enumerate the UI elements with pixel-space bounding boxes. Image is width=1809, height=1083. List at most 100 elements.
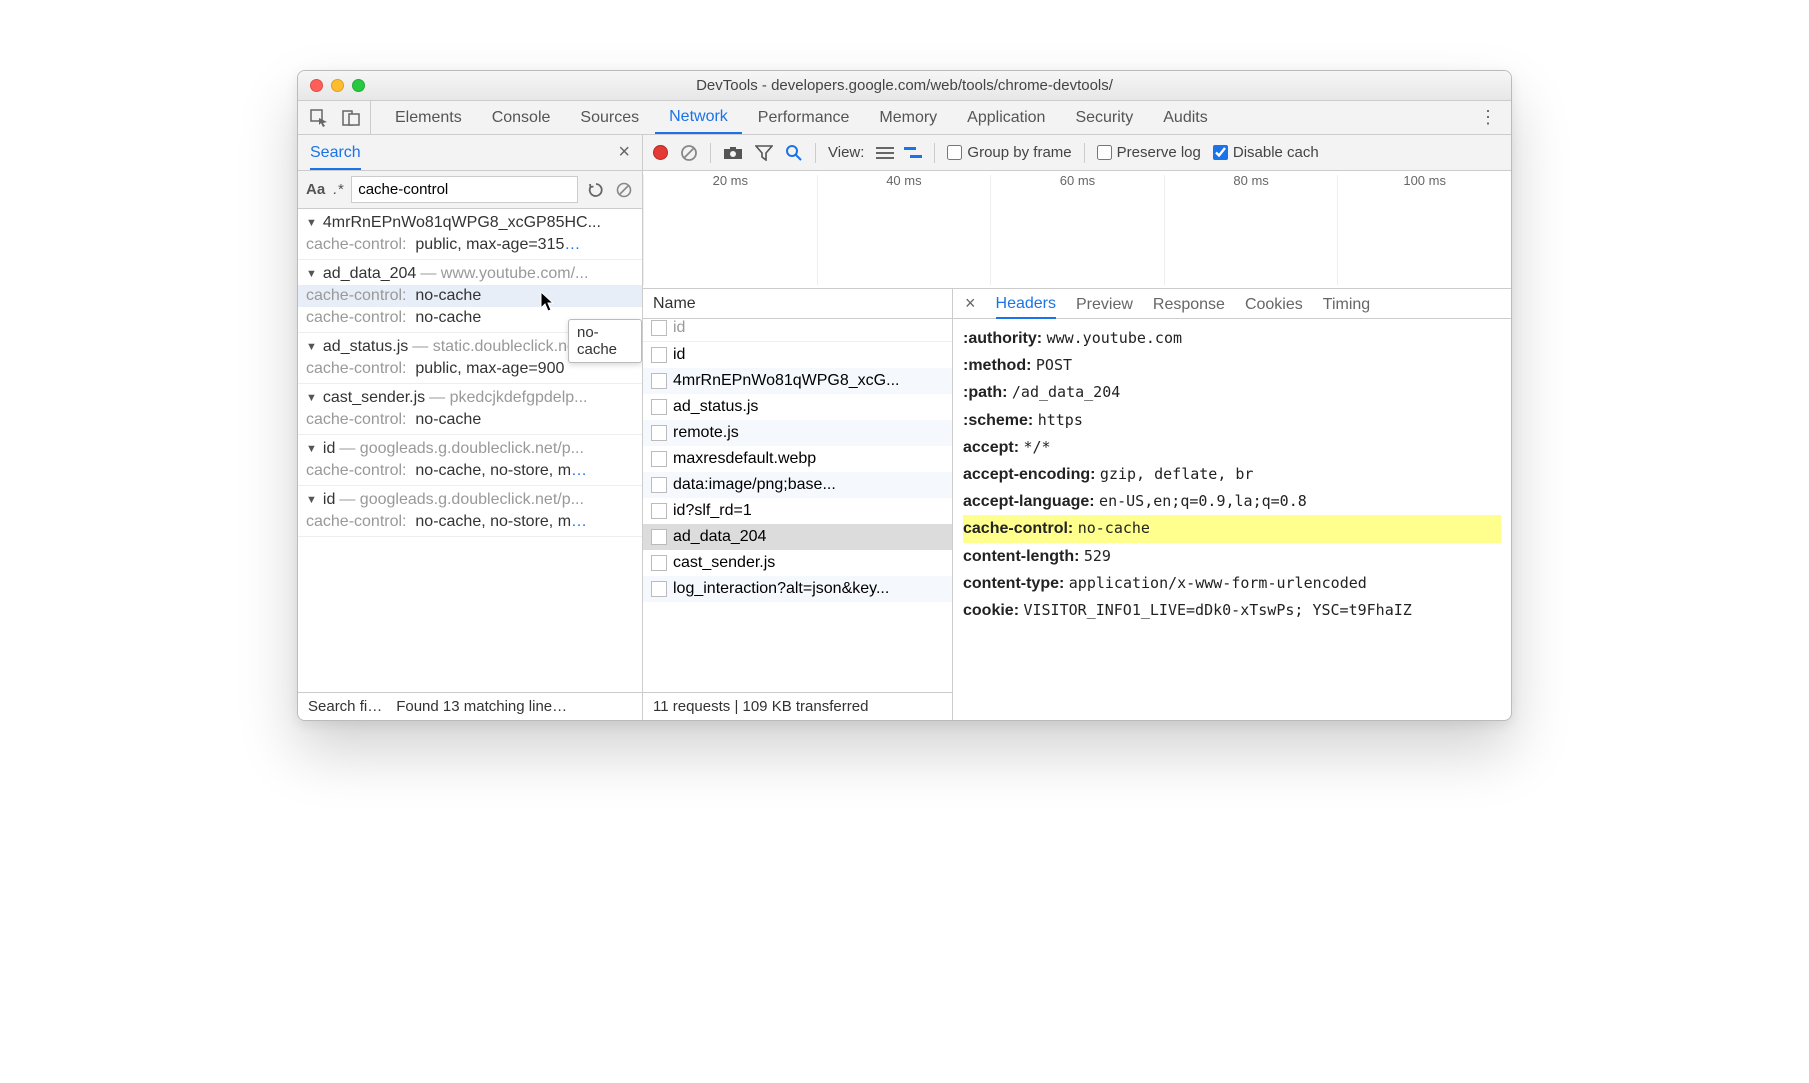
header-row: content-type: application/x-www-form-url… (963, 570, 1501, 597)
request-details: × Headers Preview Response Cookies Timing :a… (953, 289, 1511, 720)
timeline-tick: 80 ms (1164, 175, 1338, 285)
tab-security[interactable]: Security (1061, 101, 1147, 134)
file-icon (651, 347, 667, 363)
timeline-tick: 40 ms (817, 175, 991, 285)
match-case-toggle[interactable]: Aa (306, 181, 325, 198)
header-row: cookie: VISITOR_INFO1_LIVE=dDk0-xTswPs; … (963, 597, 1501, 624)
file-icon (651, 425, 667, 441)
timeline-tick: 60 ms (990, 175, 1164, 285)
close-details-icon[interactable]: × (965, 293, 976, 314)
window-title: DevTools - developers.google.com/web/too… (298, 77, 1511, 94)
detail-tab-headers[interactable]: Headers (996, 295, 1056, 319)
request-row[interactable]: maxresdefault.webp (643, 446, 952, 472)
screenshot-icon[interactable] (723, 146, 743, 160)
network-toolbar: View: Group by frame Preserve log Disabl… (643, 135, 1511, 171)
request-row[interactable]: ad_data_204 (643, 524, 952, 550)
request-row[interactable]: remote.js (643, 420, 952, 446)
file-icon (651, 529, 667, 545)
file-icon (651, 320, 667, 336)
headers-pane: :authority: www.youtube.com:method: POST… (953, 319, 1511, 720)
record-button[interactable] (653, 145, 668, 160)
device-toggle-icon[interactable] (342, 109, 360, 127)
tab-network[interactable]: Network (655, 101, 742, 134)
request-row[interactable]: cast_sender.js (643, 550, 952, 576)
view-label: View: (828, 144, 864, 161)
search-result-group[interactable]: ▼id — googleads.g.doubleclick.net/p... (298, 438, 642, 460)
header-row: accept: */* (963, 434, 1501, 461)
regex-toggle[interactable]: .* (333, 181, 343, 198)
clear-icon[interactable] (680, 144, 698, 162)
search-result-line[interactable]: cache-control: no-cache (298, 285, 642, 307)
search-network-icon[interactable] (785, 144, 803, 162)
request-row[interactable]: ad_status.js (643, 394, 952, 420)
close-search-icon[interactable]: × (618, 141, 630, 164)
titlebar: DevTools - developers.google.com/web/too… (298, 71, 1511, 101)
header-row: content-length: 529 (963, 543, 1501, 570)
group-by-frame-checkbox[interactable]: Group by frame (947, 144, 1071, 161)
main-tabs-bar: ElementsConsoleSourcesNetworkPerformance… (298, 101, 1511, 135)
file-icon (651, 451, 667, 467)
tab-console[interactable]: Console (478, 101, 565, 134)
waterfall-overview[interactable]: 20 ms40 ms60 ms80 ms100 ms (643, 171, 1511, 289)
header-row: cache-control: no-cache (963, 515, 1501, 542)
preserve-log-checkbox[interactable]: Preserve log (1097, 144, 1201, 161)
filter-icon[interactable] (755, 145, 773, 161)
search-input[interactable] (351, 176, 578, 203)
clear-search-icon[interactable] (614, 180, 634, 200)
timeline-tick: 20 ms (643, 175, 817, 285)
detail-tab-cookies[interactable]: Cookies (1245, 296, 1303, 318)
search-result-group[interactable]: ▼cast_sender.js — pkedcjkdefgpdelp... (298, 387, 642, 409)
request-row[interactable]: log_interaction?alt=json&key... (643, 576, 952, 602)
detail-tab-response[interactable]: Response (1153, 296, 1225, 318)
tab-application[interactable]: Application (953, 101, 1059, 134)
list-view-icon[interactable] (876, 147, 894, 159)
search-tab[interactable]: Search (310, 144, 361, 170)
file-icon (651, 477, 667, 493)
search-result-line[interactable]: cache-control: no-cache, no-store, m… (298, 511, 642, 533)
request-row[interactable]: id (643, 342, 952, 368)
header-row: :method: POST (963, 352, 1501, 379)
tab-elements[interactable]: Elements (381, 101, 476, 134)
request-row[interactable]: data:image/png;base... (643, 472, 952, 498)
file-icon (651, 581, 667, 597)
search-result-group[interactable]: ▼ad_data_204 — www.youtube.com/... (298, 263, 642, 285)
search-result-line[interactable]: cache-control: no-cache, no-store, m… (298, 460, 642, 482)
file-icon (651, 503, 667, 519)
search-panel: Search × Aa .* ▼4mrRnEPnWo81qWPG8_xcGP85… (298, 135, 643, 720)
request-row[interactable]: id (643, 319, 952, 342)
header-row: accept-language: en-US,en;q=0.9,la;q=0.8 (963, 488, 1501, 515)
tab-audits[interactable]: Audits (1149, 101, 1221, 134)
request-row[interactable]: 4mrRnEPnWo81qWPG8_xcG... (643, 368, 952, 394)
request-row[interactable]: id?slf_rd=1 (643, 498, 952, 524)
detail-tab-preview[interactable]: Preview (1076, 296, 1133, 318)
search-result-line[interactable]: cache-control: public, max-age=315… (298, 234, 642, 256)
request-list: Name idid4mrRnEPnWo81qWPG8_xcG...ad_stat… (643, 289, 953, 720)
file-icon (651, 373, 667, 389)
detail-tab-timing[interactable]: Timing (1323, 296, 1370, 318)
file-icon (651, 399, 667, 415)
disable-cache-checkbox[interactable]: Disable cach (1213, 144, 1319, 161)
search-result-line[interactable]: cache-control: no-cache (298, 409, 642, 431)
tab-performance[interactable]: Performance (744, 101, 864, 134)
search-result-group[interactable]: ▼id — googleads.g.doubleclick.net/p... (298, 489, 642, 511)
devtools-window: DevTools - developers.google.com/web/too… (297, 70, 1512, 721)
header-row: :authority: www.youtube.com (963, 325, 1501, 352)
refresh-search-icon[interactable] (586, 180, 606, 200)
search-status-left: Search fi… (308, 698, 382, 715)
request-status: 11 requests | 109 KB transferred (643, 692, 952, 720)
header-row: :scheme: https (963, 407, 1501, 434)
request-list-header[interactable]: Name (643, 289, 952, 319)
network-panel: View: Group by frame Preserve log Disabl… (643, 135, 1511, 720)
search-results: ▼4mrRnEPnWo81qWPG8_xcGP85HC...cache-cont… (298, 209, 642, 692)
search-result-group[interactable]: ▼4mrRnEPnWo81qWPG8_xcGP85HC... (298, 212, 642, 234)
more-icon[interactable]: ⋮ (1479, 107, 1497, 128)
header-row: accept-encoding: gzip, deflate, br (963, 461, 1501, 488)
search-status-right: Found 13 matching line… (396, 698, 567, 715)
tab-sources[interactable]: Sources (566, 101, 653, 134)
tooltip: no-cache (568, 319, 642, 363)
timeline-tick: 100 ms (1337, 175, 1511, 285)
header-row: :path: /ad_data_204 (963, 379, 1501, 406)
waterfall-view-icon[interactable] (904, 147, 922, 159)
tab-memory[interactable]: Memory (865, 101, 951, 134)
inspect-icon[interactable] (310, 109, 328, 127)
